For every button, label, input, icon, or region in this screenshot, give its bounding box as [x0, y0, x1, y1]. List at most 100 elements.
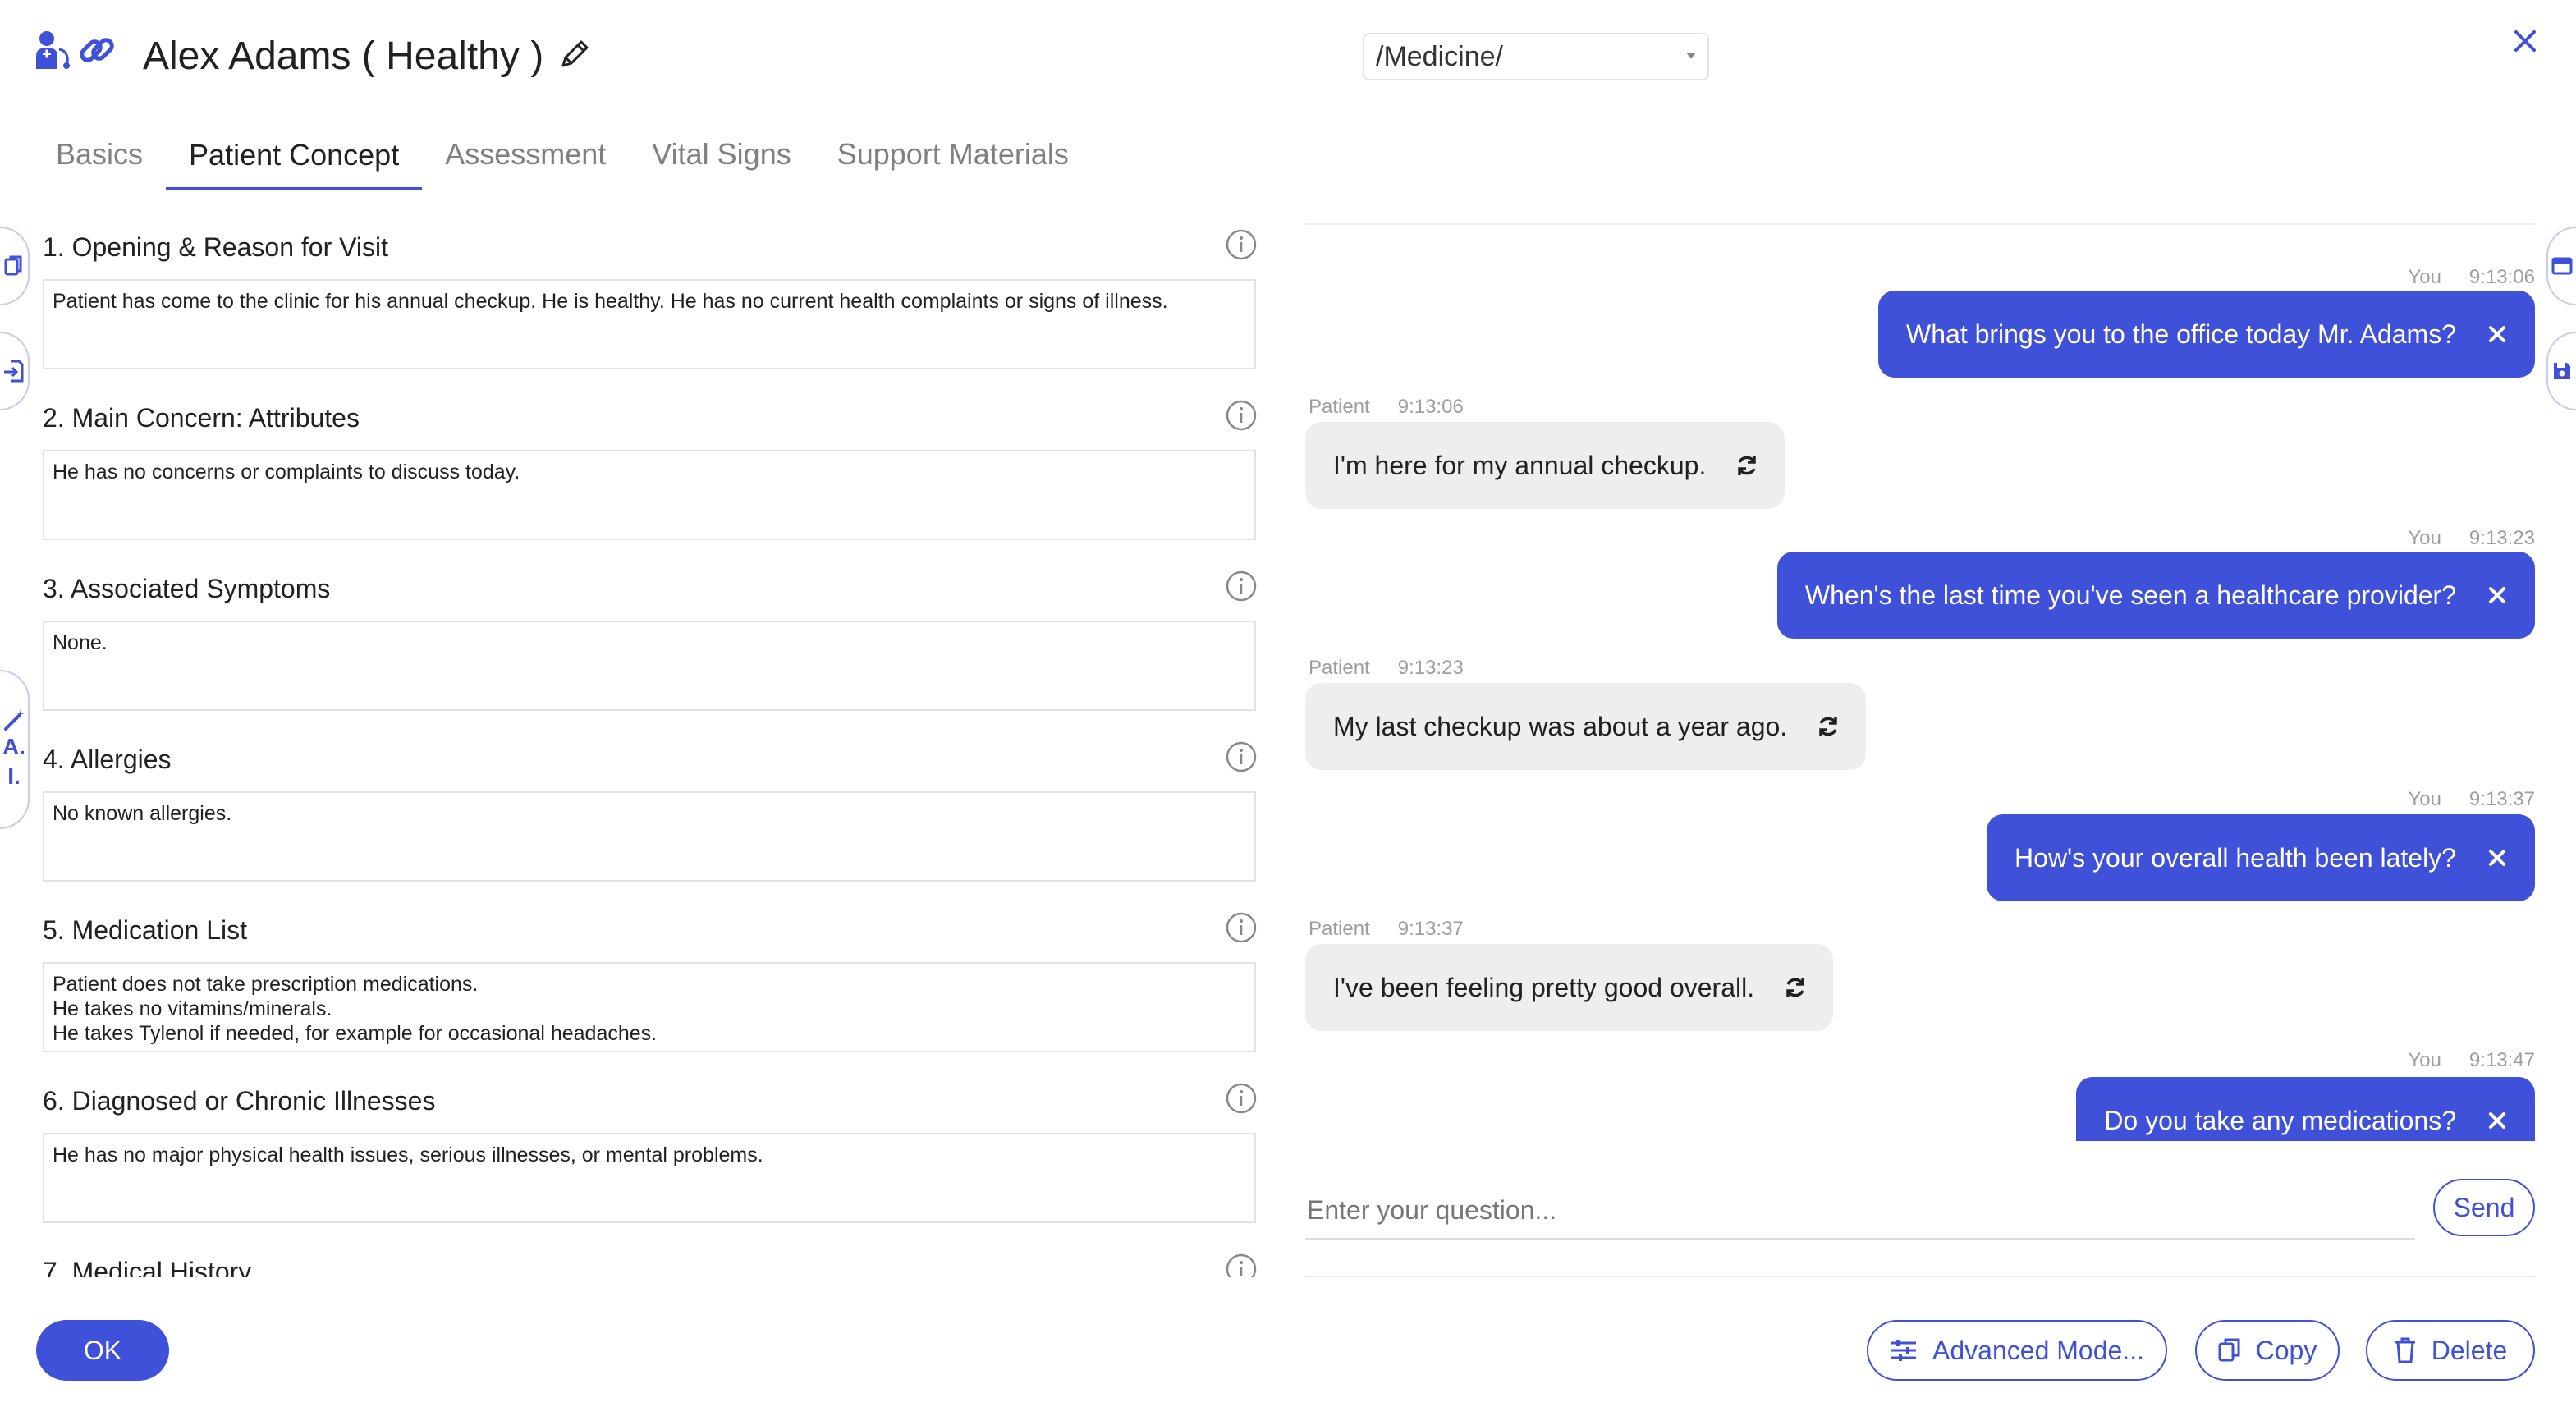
field-label: 4. Allergies: [43, 744, 172, 774]
answer-bubble: I've been feeling pretty good overall.: [1305, 944, 1834, 1031]
copy-label: Copy: [2255, 1335, 2317, 1365]
tab-basics[interactable]: Basics: [33, 123, 166, 186]
advanced-mode-button[interactable]: Advanced Mode...: [1867, 1320, 2167, 1381]
info-icon[interactable]: [1225, 740, 1258, 773]
message-text: When's the last time you've seen a healt…: [1804, 580, 2456, 610]
info-icon[interactable]: [1225, 570, 1258, 603]
patient-title: Alex Adams ( Healthy ): [143, 30, 591, 82]
specialty-value: /Medicine/: [1376, 40, 1503, 72]
message-text: I've been feeling pretty good overall.: [1333, 972, 1755, 1002]
message-meta: You 9:13:06: [2408, 266, 2535, 289]
timestamp: 9:13:47: [2468, 1049, 2535, 1071]
field-main-concern: 2. Main Concern: Attributes He has no co…: [43, 392, 1258, 563]
advanced-mode-label: Advanced Mode...: [1932, 1335, 2144, 1365]
import-file-icon: [4, 360, 24, 383]
timestamp: 9:13:37: [2468, 788, 2535, 810]
tab-assessment[interactable]: Assessment: [422, 123, 629, 186]
message-meta: Patient 9:13:06: [1309, 396, 1464, 419]
link-icon[interactable]: [77, 30, 117, 70]
import-side-handle[interactable]: [0, 332, 30, 410]
remove-question-icon[interactable]: [2484, 582, 2510, 608]
magic-wand-icon: [4, 709, 25, 731]
timestamp: 9:13:23: [2468, 527, 2535, 549]
message-meta: Patient 9:13:37: [1309, 918, 1464, 941]
copy-icon: [2218, 1338, 2240, 1362]
window-icon: [2551, 257, 2573, 275]
timestamp: 9:13:06: [1397, 396, 1464, 418]
tab-bar: Basics Patient Concept Assessment Vital …: [33, 123, 1092, 190]
message-text: I'm here for my annual checkup.: [1333, 450, 1707, 480]
sender-label: You: [2408, 266, 2441, 288]
ai-side-handle[interactable]: A. I.: [0, 670, 30, 829]
field-label: 1. Opening & Reason for Visit: [43, 231, 388, 262]
divider: [1305, 1276, 2535, 1277]
field-textarea[interactable]: Patient has come to the clinic for his a…: [43, 279, 1256, 369]
remove-question-icon[interactable]: [2484, 321, 2510, 347]
specialty-select[interactable]: /Medicine/: [1363, 33, 1709, 80]
info-icon[interactable]: [1225, 399, 1258, 432]
question-bubble: What brings you to the office today Mr. …: [1878, 291, 2535, 378]
window-side-handle[interactable]: [2546, 227, 2576, 305]
copy-button[interactable]: Copy: [2195, 1320, 2340, 1381]
message-text: What brings you to the office today Mr. …: [1906, 319, 2456, 349]
message-meta: Patient 9:13:23: [1309, 657, 1464, 680]
field-medication-list: 5. Medication List Patient does not take…: [43, 905, 1258, 1075]
info-icon[interactable]: [1225, 911, 1258, 944]
tab-patient-concept[interactable]: Patient Concept: [166, 123, 423, 190]
patient-name: Alex Adams ( Healthy ): [143, 34, 544, 78]
delete-label: Delete: [2431, 1335, 2508, 1365]
send-button[interactable]: Send: [2433, 1179, 2535, 1236]
message-meta: You 9:13:37: [2408, 788, 2535, 811]
header-icons: [33, 30, 117, 71]
field-opening-reason: 1. Opening & Reason for Visit Patient ha…: [43, 222, 1258, 392]
tab-vital-signs[interactable]: Vital Signs: [629, 123, 814, 186]
info-icon[interactable]: [1225, 1082, 1258, 1115]
message-text: Do you take any medications?: [2104, 1105, 2456, 1135]
sender-label: You: [2408, 527, 2441, 549]
question-bubble: How's your overall health been lately?: [1987, 814, 2535, 901]
field-chronic-illnesses: 6. Diagnosed or Chronic Illnesses He has…: [43, 1075, 1258, 1246]
answer-bubble: I'm here for my annual checkup.: [1305, 422, 1785, 509]
copy-side-handle[interactable]: [0, 227, 30, 305]
timestamp: 9:13:23: [1397, 657, 1464, 679]
answer-bubble: My last checkup was about a year ago.: [1305, 683, 1867, 770]
timestamp: 9:13:37: [1397, 918, 1464, 940]
field-textarea[interactable]: Patient does not take prescription medic…: [43, 962, 1256, 1052]
field-associated-symptoms: 3. Associated Symptoms None.: [43, 563, 1258, 734]
sender-label: Patient: [1309, 918, 1370, 940]
question-input[interactable]: [1305, 1182, 2415, 1240]
save-side-handle[interactable]: [2546, 332, 2576, 410]
message-text: How's your overall health been lately?: [2015, 842, 2456, 873]
field-label: 7. Medical History: [43, 1256, 252, 1278]
field-label: 2. Main Concern: Attributes: [43, 402, 360, 433]
field-textarea[interactable]: He has no concerns or complaints to disc…: [43, 450, 1256, 540]
ok-button[interactable]: OK: [36, 1320, 169, 1381]
copy-icon: [4, 255, 22, 276]
sender-label: Patient: [1309, 657, 1370, 679]
save-icon: [2554, 363, 2570, 379]
remove-question-icon[interactable]: [2484, 1107, 2510, 1134]
regenerate-icon[interactable]: [1734, 452, 1760, 479]
delete-button[interactable]: Delete: [2366, 1320, 2535, 1381]
info-icon[interactable]: [1225, 228, 1258, 261]
field-medical-history: 7. Medical History: [43, 1246, 1258, 1277]
field-textarea[interactable]: None.: [43, 621, 1256, 711]
tab-support-materials[interactable]: Support Materials: [814, 123, 1092, 186]
ai-label-a: A.: [2, 734, 25, 759]
regenerate-icon[interactable]: [1815, 713, 1841, 740]
doctor-patient-icon[interactable]: [33, 30, 71, 71]
question-bubble: When's the last time you've seen a healt…: [1776, 552, 2535, 639]
message-meta: You 9:13:23: [2408, 527, 2535, 550]
field-textarea[interactable]: No known allergies.: [43, 791, 1256, 882]
message-text: My last checkup was about a year ago.: [1333, 711, 1788, 741]
field-label: 6. Diagnosed or Chronic Illnesses: [43, 1085, 436, 1116]
patient-concept-form: 1. Opening & Reason for Visit Patient ha…: [43, 222, 1258, 1277]
regenerate-icon[interactable]: [1782, 974, 1808, 1001]
close-icon[interactable]: [2510, 26, 2540, 56]
field-textarea[interactable]: He has no major physical health issues, …: [43, 1133, 1256, 1223]
field-allergies: 4. Allergies No known allergies.: [43, 734, 1258, 905]
sender-label: You: [2408, 1049, 2441, 1071]
pencil-edit-icon[interactable]: [558, 38, 591, 75]
remove-question-icon[interactable]: [2484, 845, 2510, 871]
info-icon[interactable]: [1225, 1253, 1258, 1277]
